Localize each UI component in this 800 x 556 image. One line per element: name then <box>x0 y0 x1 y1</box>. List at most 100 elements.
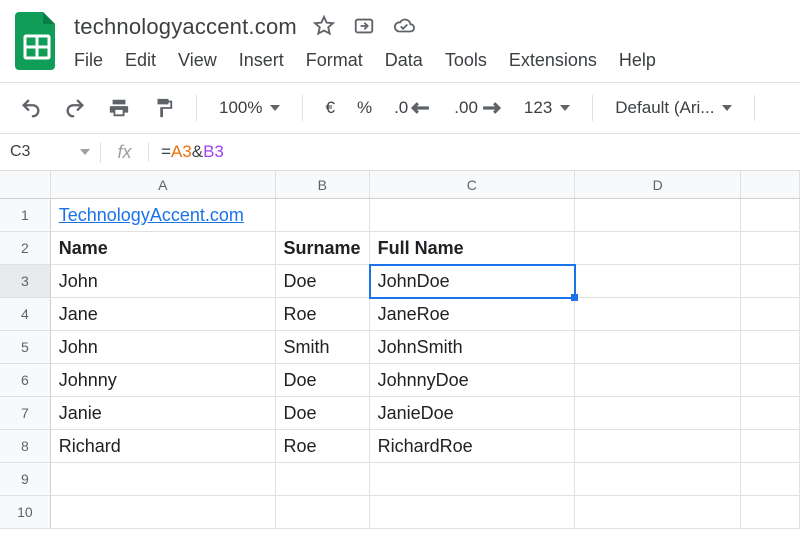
cell-D5[interactable] <box>575 331 741 364</box>
cell-A4[interactable]: Jane <box>51 298 276 331</box>
cell-E1[interactable] <box>741 199 800 232</box>
cell-A6[interactable]: Johnny <box>51 364 276 397</box>
move-icon[interactable] <box>353 15 375 40</box>
decrease-decimal-button[interactable]: .0 <box>388 93 438 123</box>
row-header[interactable]: 10 <box>0 496 51 529</box>
cell-B6[interactable]: Doe <box>276 364 370 397</box>
menu-edit[interactable]: Edit <box>125 50 156 71</box>
cell-D4[interactable] <box>575 298 741 331</box>
toolbar: 100% € % .0 .00 123 Default (Ari... <box>0 83 800 133</box>
row-header[interactable]: 1 <box>0 199 51 232</box>
redo-button[interactable] <box>58 93 92 123</box>
name-box[interactable]: C3 <box>0 143 100 161</box>
row-header[interactable]: 7 <box>0 397 51 430</box>
formula-ref-a: A3 <box>171 142 192 161</box>
menu-file[interactable]: File <box>74 50 103 71</box>
cell-E4[interactable] <box>741 298 800 331</box>
cell-D10[interactable] <box>575 496 741 529</box>
cell-A8[interactable]: Richard <box>51 430 276 463</box>
formula-bar[interactable]: =A3&B3 <box>148 142 800 162</box>
cell-D6[interactable] <box>575 364 741 397</box>
cell-A10[interactable] <box>51 496 276 529</box>
cell-C5[interactable]: JohnSmith <box>370 331 575 364</box>
caret-down-icon <box>722 105 732 111</box>
row-header[interactable]: 3 <box>0 265 51 298</box>
fx-icon[interactable]: fx <box>100 142 148 163</box>
paint-format-button[interactable] <box>146 93 180 123</box>
zoom-dropdown[interactable]: 100% <box>213 94 286 122</box>
cell-B4[interactable]: Roe <box>276 298 370 331</box>
cell-E6[interactable] <box>741 364 800 397</box>
col-header-E[interactable] <box>741 171 800 199</box>
undo-button[interactable] <box>14 93 48 123</box>
cell-B9[interactable] <box>276 463 370 496</box>
percent-button[interactable]: % <box>351 94 378 122</box>
cell-B8[interactable]: Roe <box>276 430 370 463</box>
menu-data[interactable]: Data <box>385 50 423 71</box>
cell-B2[interactable]: Surname <box>276 232 370 265</box>
col-header-B[interactable]: B <box>276 171 370 199</box>
cell-B3[interactable]: Doe <box>276 265 370 298</box>
cell-B5[interactable]: Smith <box>276 331 370 364</box>
cell-C7[interactable]: JanieDoe <box>370 397 575 430</box>
cell-B1[interactable] <box>276 199 370 232</box>
select-all-corner[interactable] <box>0 171 51 199</box>
caret-down-icon <box>80 149 90 155</box>
cell-A3[interactable]: John <box>51 265 276 298</box>
row-header[interactable]: 8 <box>0 430 51 463</box>
cell-C2[interactable]: Full Name <box>370 232 575 265</box>
cell-C6[interactable]: JohnnyDoe <box>370 364 575 397</box>
cell-A5[interactable]: John <box>51 331 276 364</box>
row-header[interactable]: 5 <box>0 331 51 364</box>
print-button[interactable] <box>102 93 136 123</box>
formula-ref-b: B3 <box>203 142 224 161</box>
cell-A1[interactable]: TechnologyAccent.com <box>51 199 276 232</box>
cell-E7[interactable] <box>741 397 800 430</box>
cell-D7[interactable] <box>575 397 741 430</box>
document-title[interactable]: technologyaccent.com <box>74 14 297 40</box>
cell-C3[interactable]: JohnDoe <box>370 265 575 298</box>
font-dropdown[interactable]: Default (Ari... <box>609 94 738 122</box>
menu-view[interactable]: View <box>178 50 217 71</box>
cell-C8[interactable]: RichardRoe <box>370 430 575 463</box>
row-header[interactable]: 4 <box>0 298 51 331</box>
cell-D8[interactable] <box>575 430 741 463</box>
cell-C10[interactable] <box>370 496 575 529</box>
menu-extensions[interactable]: Extensions <box>509 50 597 71</box>
menu-insert[interactable]: Insert <box>239 50 284 71</box>
cell-D1[interactable] <box>575 199 741 232</box>
col-header-A[interactable]: A <box>51 171 276 199</box>
cell-E9[interactable] <box>741 463 800 496</box>
cell-D3[interactable] <box>575 265 741 298</box>
cell-C1[interactable] <box>370 199 575 232</box>
cell-A9[interactable] <box>51 463 276 496</box>
col-header-D[interactable]: D <box>575 171 741 199</box>
cell-E8[interactable] <box>741 430 800 463</box>
row-header[interactable]: 6 <box>0 364 51 397</box>
name-box-value: C3 <box>10 143 30 161</box>
cell-A7[interactable]: Janie <box>51 397 276 430</box>
currency-button[interactable]: € <box>319 94 340 122</box>
increase-decimal-button[interactable]: .00 <box>448 93 508 123</box>
cell-C4[interactable]: JaneRoe <box>370 298 575 331</box>
cell-D9[interactable] <box>575 463 741 496</box>
cell-E3[interactable] <box>741 265 800 298</box>
menu-tools[interactable]: Tools <box>445 50 487 71</box>
cloud-status-icon[interactable] <box>393 15 415 40</box>
cell-B10[interactable] <box>276 496 370 529</box>
star-icon[interactable] <box>313 15 335 40</box>
cell-A2[interactable]: Name <box>51 232 276 265</box>
cell-E2[interactable] <box>741 232 800 265</box>
cell-D2[interactable] <box>575 232 741 265</box>
col-header-C[interactable]: C <box>370 171 575 199</box>
row-header[interactable]: 9 <box>0 463 51 496</box>
cell-E10[interactable] <box>741 496 800 529</box>
row-header[interactable]: 2 <box>0 232 51 265</box>
number-format-dropdown[interactable]: 123 <box>518 94 576 122</box>
caret-down-icon <box>270 105 280 111</box>
cell-E5[interactable] <box>741 331 800 364</box>
menu-help[interactable]: Help <box>619 50 656 71</box>
cell-B7[interactable]: Doe <box>276 397 370 430</box>
cell-C9[interactable] <box>370 463 575 496</box>
menu-format[interactable]: Format <box>306 50 363 71</box>
